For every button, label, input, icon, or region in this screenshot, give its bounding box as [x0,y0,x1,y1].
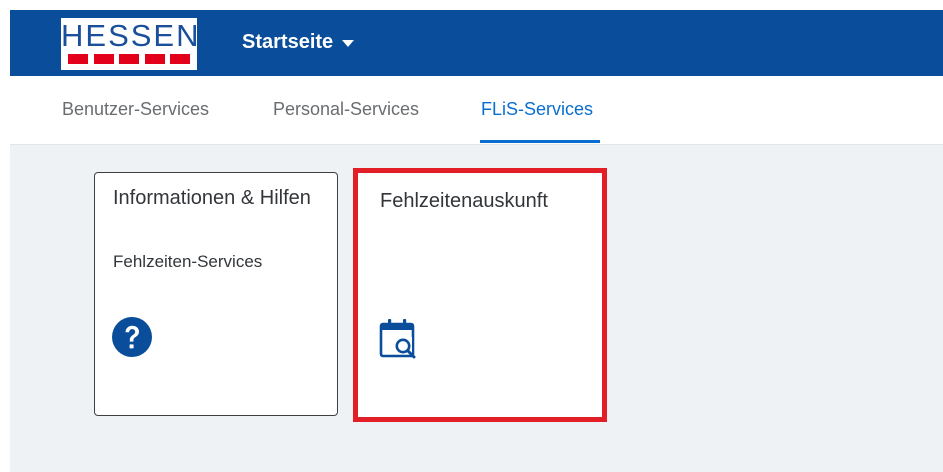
tab-flis-services[interactable]: FLiS-Services [481,98,593,120]
logo-stripes [68,54,190,64]
tile-fehlzeitenauskunft[interactable]: Fehlzeitenauskunft [353,168,607,422]
tile-title: Fehlzeitenauskunft [380,190,548,212]
tab-bar: Benutzer-Services Personal-Services FLiS… [10,76,943,145]
app-title-menu[interactable]: Startseite [242,30,355,54]
logo-text: HESSEN [61,18,201,53]
caret-down-icon [342,40,355,47]
shell-header: HESSEN Startseite [10,10,943,76]
tab-benutzer-services[interactable]: Benutzer-Services [62,98,209,120]
calendar-search-icon [379,319,416,359]
tile-subtitle: Fehlzeiten-Services [113,252,263,271]
tile-informationen-hilfen[interactable]: Informationen & Hilfen Fehlzeiten-Servic… [94,172,338,416]
tab-personal-services[interactable]: Personal-Services [273,98,419,120]
hessen-logo[interactable]: HESSEN [61,18,201,70]
selected-tab-indicator [480,140,600,143]
launchpad-page: HESSEN Startseite Benutzer-Services Pers… [10,10,943,472]
help-icon [112,317,152,357]
app-title: Startseite [242,31,334,53]
tile-title: Informationen & Hilfen [113,187,311,209]
